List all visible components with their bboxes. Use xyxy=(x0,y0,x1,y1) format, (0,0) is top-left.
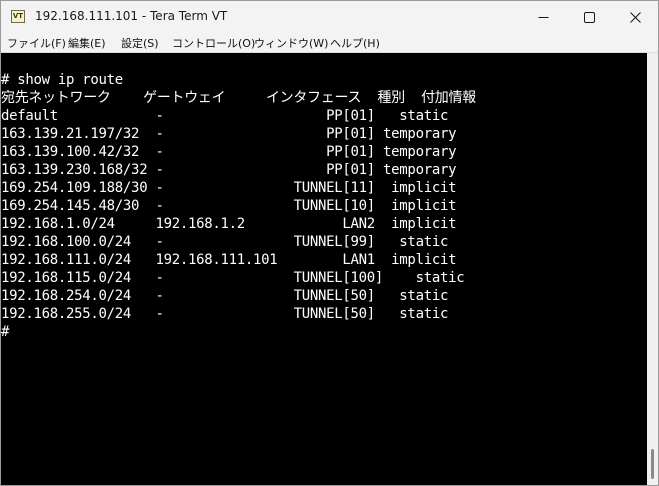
route-row: 163.139.21.197/32 - PP[01] temporary xyxy=(1,126,457,142)
menu-edit[interactable]: 編集(E) xyxy=(68,35,106,51)
menu-file[interactable]: ファイル(F) xyxy=(7,35,66,51)
terminal-prompt: # xyxy=(1,324,10,340)
tera-term-app-icon[interactable]: VT xyxy=(11,10,25,23)
minimize-button[interactable] xyxy=(520,1,566,33)
minimize-icon xyxy=(538,16,548,18)
route-row: 169.254.109.188/30 - TUNNEL[11] implicit xyxy=(1,180,457,196)
menu-bar: ファイル(F) 編集(E) 設定(S) コントロール(O) ウィンドウ(W) ヘ… xyxy=(1,33,658,53)
vertical-scrollbar[interactable] xyxy=(647,53,658,485)
tera-term-window: VT 192.168.111.101 - Tera Term VT ファイル(F… xyxy=(0,0,659,486)
close-button[interactable] xyxy=(612,1,658,33)
route-row: 163.139.230.168/32 - PP[01] temporary xyxy=(1,162,457,178)
route-row: 192.168.255.0/24 - TUNNEL[50] static xyxy=(1,306,449,322)
route-row: 192.168.111.0/24 192.168.111.101 LAN1 im… xyxy=(1,252,457,268)
menu-window[interactable]: ウィンドウ(W) xyxy=(254,35,328,51)
close-icon xyxy=(629,11,641,23)
title-bar[interactable]: VT 192.168.111.101 - Tera Term VT xyxy=(1,1,658,33)
route-row: 192.168.115.0/24 - TUNNEL[100] static xyxy=(1,270,465,286)
route-row: 192.168.1.0/24 192.168.1.2 LAN2 implicit xyxy=(1,216,457,232)
route-row: 192.168.100.0/24 - TUNNEL[99] static xyxy=(1,234,449,250)
window-title: 192.168.111.101 - Tera Term VT xyxy=(35,9,228,23)
terminal-line-command: # show ip route xyxy=(1,72,123,88)
maximize-icon xyxy=(583,11,595,23)
route-row: 163.139.100.42/32 - PP[01] temporary xyxy=(1,144,457,160)
route-row: 192.168.254.0/24 - TUNNEL[50] static xyxy=(1,288,449,304)
maximize-button[interactable] xyxy=(566,1,612,33)
terminal-screen[interactable]: # show ip route 宛先ネットワーク ゲートウェイ インタフェース … xyxy=(1,53,647,485)
terminal-line-header: 宛先ネットワーク ゲートウェイ インタフェース 種別 付加情報 xyxy=(1,90,476,106)
route-row: 169.254.145.48/30 - TUNNEL[10] implicit xyxy=(1,198,457,214)
menu-help[interactable]: ヘルプ(H) xyxy=(330,35,380,51)
menu-setup[interactable]: 設定(S) xyxy=(121,35,159,51)
scrollbar-thumb[interactable] xyxy=(651,449,654,479)
route-row: default - PP[01] static xyxy=(1,108,449,124)
menu-control[interactable]: コントロール(O) xyxy=(172,35,255,51)
